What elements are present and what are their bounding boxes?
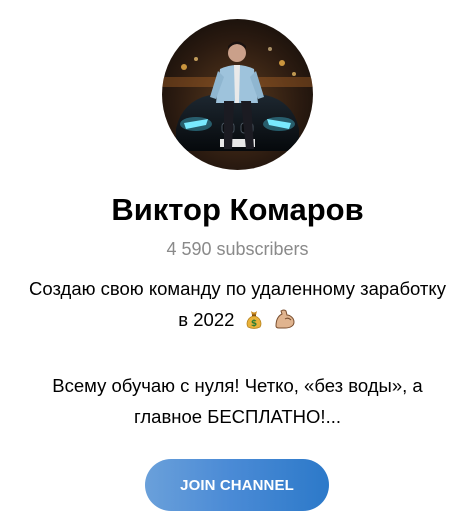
svg-text:$: $ (250, 319, 256, 329)
avatar-photo (162, 19, 313, 170)
channel-description: Создаю свою команду по удаленному зарабо… (0, 273, 475, 432)
description-line: Создаю свою команду по удаленному зарабо… (29, 278, 446, 299)
description-line: Всему обучаю с нуля! Четко, «без воды», … (52, 375, 423, 396)
channel-title: Виктор Комаров (111, 192, 364, 227)
flexed-biceps-icon (273, 308, 297, 339)
description-line: в 2022 (178, 309, 235, 330)
join-channel-button[interactable]: JOIN CHANNEL (145, 459, 329, 511)
description-spacer (0, 339, 475, 370)
description-line: главное БЕСПЛАТНО!... (134, 406, 341, 427)
description-line-with-emoji: в 2022 $ (0, 304, 475, 339)
subscriber-count: 4 590 subscribers (166, 239, 309, 259)
telegram-channel-preview: Виктор Комаров 4 590 subscribers Создаю … (0, 0, 475, 515)
money-bag-icon: $ (243, 308, 265, 339)
channel-avatar (162, 19, 313, 170)
